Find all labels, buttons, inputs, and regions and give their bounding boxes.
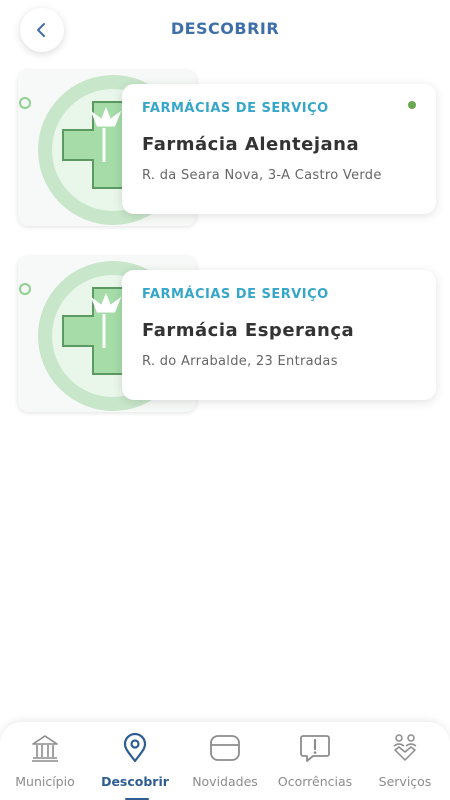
municipality-icon — [32, 735, 58, 762]
nav-item-municipio[interactable]: Município — [0, 722, 90, 800]
pharmacy-info: FARMÁCIAS DE SERVIÇO Farmácia Alentejana… — [122, 84, 436, 214]
services-icon — [393, 734, 417, 761]
nav-label: Município — [15, 774, 75, 789]
pharmacy-name: Farmácia Esperança — [142, 320, 355, 341]
category-label: FARMÁCIAS DE SERVIÇO — [142, 287, 329, 302]
nav-item-descobrir[interactable]: Descobrir — [90, 722, 180, 800]
status-indicator — [408, 101, 416, 109]
nav-label: Descobrir — [101, 774, 169, 789]
nav-item-ocorrencias[interactable]: Ocorrências — [270, 722, 360, 800]
pharmacy-name: Farmácia Alentejana — [142, 134, 360, 155]
category-label: FARMÁCIAS DE SERVIÇO — [142, 101, 329, 116]
nav-label: Novidades — [192, 774, 258, 789]
pharmacy-card[interactable]: FARMÁCIAS DE SERVIÇO Farmácia Alentejana… — [16, 70, 440, 228]
bottom-nav: Município Descobrir Novidades Ocorrência… — [0, 722, 450, 800]
location-pin-icon — [123, 732, 147, 763]
nav-item-servicos[interactable]: Serviços — [360, 722, 450, 800]
nav-label: Ocorrências — [277, 774, 353, 789]
header: DESCOBRIR — [0, 0, 450, 60]
nav-label: Serviços — [378, 774, 432, 789]
pharmacy-address: R. da Seara Nova, 3-A Castro Verde — [142, 168, 382, 183]
news-icon — [210, 735, 240, 761]
pharmacy-info: FARMÁCIAS DE SERVIÇO Farmácia Esperança … — [122, 270, 436, 400]
pharmacy-card[interactable]: FARMÁCIAS DE SERVIÇO Farmácia Esperança … — [16, 256, 440, 414]
pharmacy-address: R. do Arrabalde, 23 Entradas — [142, 354, 338, 369]
page-title: DESCOBRIR — [170, 19, 280, 38]
nav-item-novidades[interactable]: Novidades — [180, 722, 270, 800]
alert-icon — [300, 735, 330, 762]
